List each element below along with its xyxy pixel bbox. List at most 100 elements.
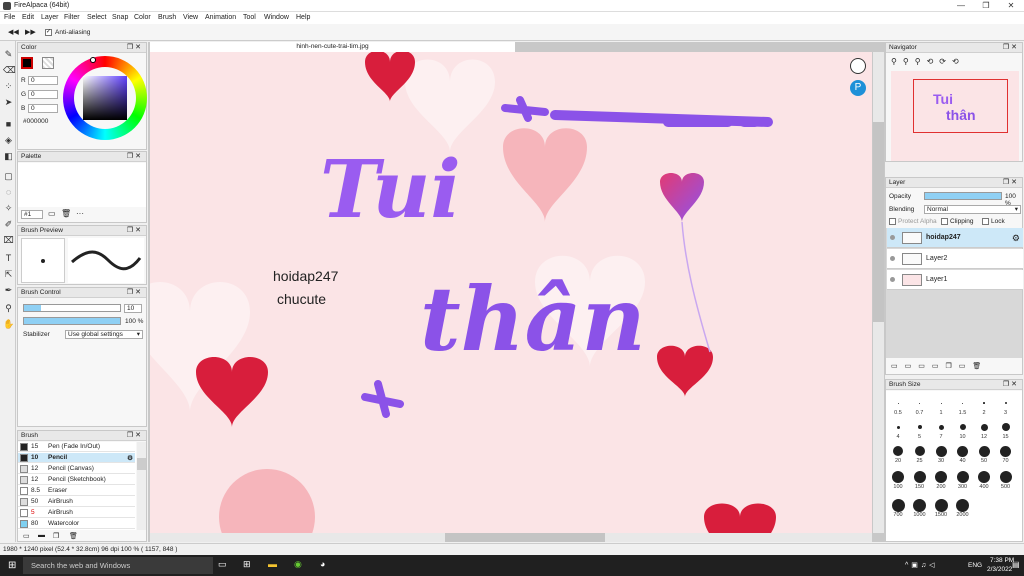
pen-tool-icon[interactable]: ✎ <box>3 49 14 60</box>
menu-color[interactable]: Color <box>134 14 151 21</box>
brush-size-dot[interactable] <box>893 446 903 456</box>
clock-time[interactable]: 7:38 PM <box>990 557 1014 564</box>
brush-size-slider[interactable] <box>23 304 121 312</box>
blending-select[interactable]: Normal ▾ <box>924 205 1021 214</box>
brush-size-dot[interactable] <box>957 445 968 457</box>
layer-row-layer1[interactable]: Layer1 <box>887 270 1023 290</box>
layer-actions-icons[interactable]: ▭▭▭▭❐▭🗑 <box>891 362 988 370</box>
brush-item[interactable]: 50 AirBrush <box>18 497 135 507</box>
add-brush-icon[interactable]: ▭ <box>23 532 30 540</box>
saturation-square[interactable] <box>83 76 127 120</box>
brush-size-dot[interactable] <box>914 446 925 456</box>
menu-view[interactable]: View <box>183 14 198 21</box>
palette-area[interactable] <box>18 163 146 207</box>
panel-buttons-icon[interactable]: ❐✕ <box>127 431 143 439</box>
clock-date[interactable]: 2/3/2022 <box>987 566 1012 573</box>
brush-size-dot[interactable] <box>891 498 905 512</box>
brush-folder-icon[interactable]: ▬ <box>38 532 45 539</box>
brush-size-dot[interactable] <box>1000 445 1011 457</box>
panel-buttons-icon[interactable]: ❐✕ <box>127 226 143 234</box>
gradient-tool-icon[interactable]: ◧ <box>3 151 14 162</box>
delete-palette-icon[interactable]: 🗑 <box>61 209 71 218</box>
panel-buttons-icon[interactable]: ❐✕ <box>127 152 143 160</box>
close-button[interactable]: ✕ <box>1000 1 1022 11</box>
brush-size-field[interactable]: 10 <box>124 304 142 313</box>
zoom-tool-icon[interactable]: ⚲ <box>3 303 14 314</box>
brush-size-dot[interactable] <box>978 471 990 483</box>
menu-animation[interactable]: Animation <box>205 14 236 21</box>
anti-aliasing-checkbox[interactable]: ✓ <box>45 29 52 36</box>
menu-help[interactable]: Help <box>296 14 310 21</box>
palette-selector[interactable]: #1 <box>21 210 43 219</box>
layer-opacity-slider[interactable] <box>924 192 1002 200</box>
menu-tool[interactable]: Tool <box>243 14 256 21</box>
tray-icons[interactable]: ^▣♫◁ <box>905 561 938 569</box>
brush-size-dot[interactable] <box>913 471 926 483</box>
maximize-button[interactable]: ❐ <box>975 1 997 11</box>
delete-brush-icon[interactable]: 🗑 <box>69 532 78 540</box>
brush-list-scrollbar[interactable] <box>137 442 146 530</box>
navigator-zoom-icons[interactable]: ⚲⚲⚲⟲⟳⟲ <box>891 57 965 66</box>
brush-opacity-slider[interactable] <box>23 317 121 325</box>
clipping-checkbox[interactable] <box>941 218 948 225</box>
lasso-tool-icon[interactable]: ◌ <box>3 187 14 198</box>
panel-buttons-icon[interactable]: ❐✕ <box>127 288 143 296</box>
folder-icon[interactable]: ▬ <box>268 559 277 569</box>
hue-handle[interactable] <box>90 57 96 63</box>
brush-item[interactable]: 8.5 Eraser <box>18 486 135 496</box>
brush-size-dot[interactable] <box>935 471 947 483</box>
notification-icon[interactable]: ▤ <box>1012 560 1020 569</box>
dot-tool-icon[interactable]: ⁘ <box>3 81 14 92</box>
menu-select[interactable]: Select <box>87 14 106 21</box>
b-field[interactable]: 0 <box>28 104 58 113</box>
search-box[interactable]: Search the web and Windows <box>23 557 213 574</box>
panel-buttons-icon[interactable]: ❐✕ <box>1003 380 1019 388</box>
undo-icon[interactable]: ◀◀ <box>8 28 19 36</box>
brush-size-dot[interactable] <box>913 498 926 512</box>
menu-window[interactable]: Window <box>264 14 289 21</box>
panel-buttons-icon[interactable]: ❐✕ <box>1003 43 1019 51</box>
gear-icon[interactable]: ⚙ <box>1012 233 1020 244</box>
layer-row-layer2[interactable]: Layer2 <box>887 249 1023 269</box>
brush-size-dot[interactable] <box>935 445 947 457</box>
panel-buttons-icon[interactable]: ❐✕ <box>1003 178 1019 186</box>
brush-item[interactable]: 15 Pen (Fade In/Out) <box>18 442 135 452</box>
add-palette-icon[interactable]: ▭ <box>48 209 56 218</box>
brush-size-dot[interactable] <box>983 402 985 404</box>
document-tab[interactable]: hinh-nen-cute-trai-tim.jpg <box>150 42 515 52</box>
gear-icon[interactable]: ⚙ <box>127 454 133 462</box>
brush-size-dot[interactable] <box>959 424 966 430</box>
brush-size-dot[interactable] <box>1001 423 1010 431</box>
select-eraser-icon[interactable]: ⌧ <box>3 235 14 246</box>
primary-color-swatch[interactable] <box>21 57 33 69</box>
brush-size-dot[interactable] <box>917 425 922 429</box>
text-tool-icon[interactable]: T <box>3 253 14 264</box>
visibility-icon[interactable] <box>890 256 895 261</box>
fill-tool-icon[interactable]: ■ <box>3 119 14 130</box>
select-tool-icon[interactable]: ▢ <box>3 171 14 182</box>
palette-more-icon[interactable]: ··· <box>76 209 84 218</box>
brush-size-dot[interactable] <box>962 402 963 404</box>
hue-wheel[interactable] <box>63 56 147 140</box>
chrome-icon[interactable]: ◉ <box>294 559 302 570</box>
menu-edit[interactable]: Edit <box>22 14 34 21</box>
brush-size-dot[interactable] <box>892 471 904 483</box>
brush-size-dot[interactable] <box>896 425 900 429</box>
select-pen-icon[interactable]: ✐ <box>3 219 14 230</box>
brush-size-dot[interactable] <box>940 402 942 404</box>
move-tool-icon[interactable]: ➤ <box>3 97 14 108</box>
brush-size-dot[interactable] <box>938 424 944 430</box>
operation-tool-icon[interactable]: ⇱ <box>3 269 14 280</box>
visibility-icon[interactable] <box>890 277 895 282</box>
panel-buttons-icon[interactable]: ❐✕ <box>127 43 143 51</box>
brush-size-dot[interactable] <box>934 498 948 512</box>
brush-item[interactable]: 80 Watercolor <box>18 519 135 529</box>
visibility-icon[interactable] <box>890 235 895 240</box>
bucket-tool-icon[interactable]: ◈ <box>3 135 14 146</box>
vertical-scrollbar[interactable] <box>873 52 884 533</box>
brush-size-grid[interactable]: 0.5 0.7 1 1.5 2 3 4 5 7 10 12 15 20 25 30 40 50 70 100 150 2… <box>886 391 1022 541</box>
minimize-button[interactable]: — <box>950 1 972 11</box>
store-icon[interactable]: ⊞ <box>243 559 251 570</box>
stabilizer-select[interactable]: Use global settings ▾ <box>65 330 143 339</box>
secondary-color-swatch[interactable] <box>42 57 54 69</box>
